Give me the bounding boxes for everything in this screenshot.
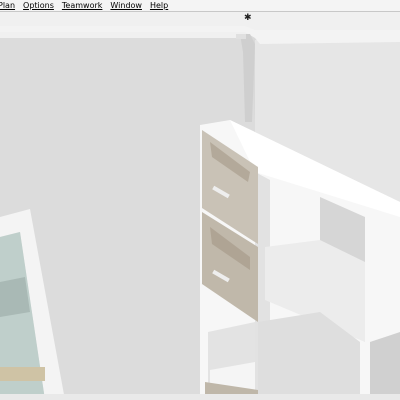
door-view <box>0 277 30 317</box>
3d-scene[interactable] <box>0 12 400 400</box>
compartment-right <box>370 332 400 400</box>
menu-options[interactable]: Options <box>23 1 54 10</box>
pin-icon: ✱ <box>244 13 252 23</box>
menu-help[interactable]: Help <box>150 1 168 10</box>
menu-plan[interactable]: Plan <box>0 1 15 10</box>
menu-bar: Plan Options Teamwork Window Help <box>0 0 400 12</box>
floor-strip <box>0 394 400 400</box>
door-floor <box>0 367 45 381</box>
menu-window[interactable]: Window <box>110 1 142 10</box>
3d-viewport[interactable] <box>0 12 400 400</box>
cornice-block <box>236 34 246 39</box>
menu-teamwork[interactable]: Teamwork <box>62 1 103 10</box>
